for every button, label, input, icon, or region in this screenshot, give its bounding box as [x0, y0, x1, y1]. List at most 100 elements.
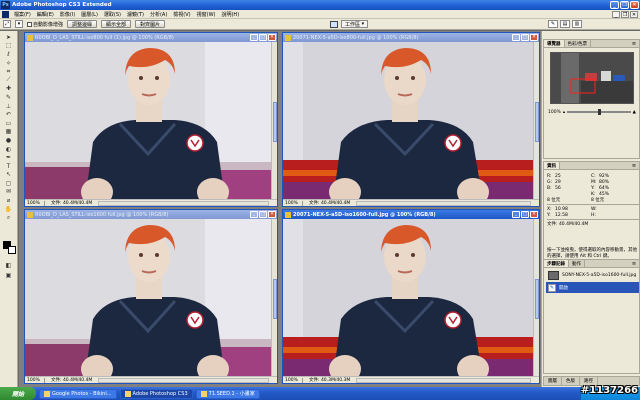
align-button[interactable]: 對齊圖片 [135, 20, 166, 28]
zoom-level[interactable]: 100% [285, 377, 303, 383]
document-title-bar[interactable]: 20071-NEX-5-a5D-iso1600-full.jpg @ 100% … [283, 210, 539, 219]
scrollbar-thumb[interactable] [535, 102, 539, 142]
navigator-thumbnail[interactable] [550, 52, 634, 104]
zoom-in-icon[interactable]: ▲ [633, 110, 636, 115]
screen-mode-icon[interactable]: ▣ [2, 271, 16, 280]
mdi-minimize-button[interactable]: _ [612, 11, 620, 18]
zoom-tool-icon[interactable]: ⌕ [2, 213, 16, 222]
show-all-button[interactable]: 顯示全部 [101, 20, 132, 28]
menu-filter[interactable]: 濾鏡(T) [124, 11, 147, 18]
tab-channels[interactable]: 色版 [562, 377, 580, 385]
menu-image[interactable]: 影像(I) [57, 11, 78, 18]
taskbar-item-paint[interactable]: 71.SEED.1 - 小畫家 [195, 388, 260, 399]
tab-info[interactable]: 資訊 [544, 162, 560, 169]
crop-tool-icon[interactable]: ⌗ [2, 67, 16, 76]
dodge-tool-icon[interactable]: ◐ [2, 145, 16, 154]
tab-paths[interactable]: 路徑 [580, 377, 598, 385]
photo-canvas[interactable] [25, 42, 271, 199]
hand-tool-icon[interactable]: ✋ [2, 205, 16, 214]
vertical-scrollbar[interactable] [533, 219, 539, 376]
menu-help[interactable]: 說明(H) [218, 11, 242, 18]
tab-actions[interactable]: 動作 [569, 260, 585, 267]
layer-comps-icon[interactable]: ▥ [572, 20, 582, 28]
mdi-close-button[interactable]: ✕ [630, 11, 638, 18]
document-window-2[interactable]: 20071-NEX-5-a5D-iso800-full.jpg @ 100% (… [282, 32, 540, 207]
type-tool-icon[interactable]: T [2, 162, 16, 171]
doc-minimize-button[interactable]: _ [250, 34, 258, 41]
doc-maximize-button[interactable]: □ [259, 211, 267, 218]
scrollbar-thumb[interactable] [535, 279, 539, 319]
horizontal-scrollbar[interactable] [356, 377, 531, 383]
doc-minimize-button[interactable]: _ [512, 211, 520, 218]
taskbar-item-photoshop[interactable]: Adobe Photoshop CS3 [119, 388, 193, 399]
close-button[interactable]: ✕ [630, 1, 639, 9]
history-brush-icon[interactable]: ✎ [548, 283, 556, 292]
horizontal-scrollbar[interactable] [98, 200, 269, 206]
tab-history[interactable]: 步驟記錄 [544, 260, 569, 267]
zoom-level[interactable]: 100% [27, 200, 45, 206]
start-button[interactable]: 開始 [0, 387, 36, 400]
refine-edge-button[interactable]: 調整邊緣 [67, 20, 98, 28]
tool-preset-picker-icon[interactable]: ⤢ [3, 20, 11, 28]
healing-tool-icon[interactable]: ✚ [2, 85, 16, 94]
tab-color[interactable]: 色彩/色票 [565, 40, 592, 47]
gradient-tool-icon[interactable]: ▦ [2, 128, 16, 137]
scrollbar-thumb[interactable] [273, 102, 277, 142]
taskbar-item-browser[interactable]: Google Photos - Bikini... [39, 388, 117, 399]
minimize-button[interactable]: _ [610, 1, 619, 9]
zoom-slider[interactable] [567, 109, 631, 115]
document-window-1[interactable]: R0OBI_D_LAS_STILL-iso800 full (1).jpg @ … [24, 32, 278, 207]
history-snapshot[interactable]: SONY-NEX-5-a5D-iso1600-full.jpg [546, 270, 639, 281]
doc-close-button[interactable]: ✕ [530, 211, 538, 218]
photo-canvas[interactable] [283, 42, 533, 199]
menu-select[interactable]: 選取(S) [101, 11, 124, 18]
auto-enhance-checkbox[interactable]: 自動影像增強 [27, 21, 63, 28]
doc-minimize-button[interactable]: _ [512, 34, 520, 41]
doc-maximize-button[interactable]: □ [521, 211, 529, 218]
brush-tool-icon[interactable]: ✎ [2, 93, 16, 102]
nav-zoom-value[interactable]: 100% [548, 110, 561, 115]
shape-tool-icon[interactable]: ▢ [2, 179, 16, 188]
eraser-tool-icon[interactable]: ▭ [2, 119, 16, 128]
doc-maximize-button[interactable]: □ [259, 34, 267, 41]
doc-close-button[interactable]: ✕ [530, 34, 538, 41]
menu-file[interactable]: 檔案(F) [11, 11, 34, 18]
photo-canvas[interactable] [25, 219, 271, 376]
scrollbar-thumb[interactable] [273, 279, 277, 319]
mdi-restore-button[interactable]: ❐ [621, 11, 629, 18]
pen-tool-icon[interactable]: ✒ [2, 153, 16, 162]
document-title-bar[interactable]: 20071-NEX-5-a5D-iso800-full.jpg @ 100% (… [283, 33, 539, 42]
horizontal-scrollbar[interactable] [356, 200, 531, 206]
quick-mask-icon[interactable]: ◧ [2, 261, 16, 270]
path-select-tool-icon[interactable]: ↖ [2, 171, 16, 180]
document-window-3[interactable]: R0OBI_D_LAS_STILL-iso1600 full.jpg @ 100… [24, 209, 278, 384]
panel-menu-icon[interactable]: ≡ [631, 163, 637, 169]
marquee-tool-icon[interactable]: ⬚ [2, 42, 16, 51]
move-tool-icon[interactable]: ➤ [2, 33, 16, 42]
document-window-4[interactable]: 20071-NEX-5-a5D-iso1600-full.jpg @ 100% … [282, 209, 540, 384]
workspace-menu-button[interactable]: 工作區 ▾ [341, 20, 369, 28]
doc-maximize-button[interactable]: □ [521, 34, 529, 41]
restore-button[interactable]: ❐ [620, 1, 629, 9]
menu-edit[interactable]: 編輯(E) [34, 11, 57, 18]
background-color-swatch[interactable] [8, 246, 16, 254]
lasso-tool-icon[interactable]: ℓ [2, 50, 16, 59]
mode-picker-icon[interactable]: ▾ [15, 20, 23, 28]
doc-minimize-button[interactable]: _ [250, 211, 258, 218]
document-title-bar[interactable]: R0OBI_D_LAS_STILL-iso800 full (1).jpg @ … [25, 33, 277, 42]
slice-tool-icon[interactable]: ⟋ [2, 76, 16, 85]
history-brush-tool-icon[interactable]: ↶ [2, 110, 16, 119]
tab-layers[interactable]: 圖層 [544, 377, 562, 385]
clone-stamp-tool-icon[interactable]: ⊥ [2, 102, 16, 111]
menu-view[interactable]: 檢視(V) [170, 11, 193, 18]
tool-presets-icon[interactable]: ▤ [560, 20, 570, 28]
history-step[interactable]: ✎ 開啟 [546, 282, 639, 293]
menu-analysis[interactable]: 分析(A) [147, 11, 170, 18]
brushes-icon[interactable]: ✎ [548, 20, 558, 28]
horizontal-scrollbar[interactable] [98, 377, 269, 383]
notes-tool-icon[interactable]: ✉ [2, 188, 16, 197]
vertical-scrollbar[interactable] [271, 219, 277, 376]
photo-canvas[interactable] [283, 219, 533, 376]
monitor-icon[interactable] [330, 20, 338, 28]
eyedropper-tool-icon[interactable]: ⌀ [2, 196, 16, 205]
